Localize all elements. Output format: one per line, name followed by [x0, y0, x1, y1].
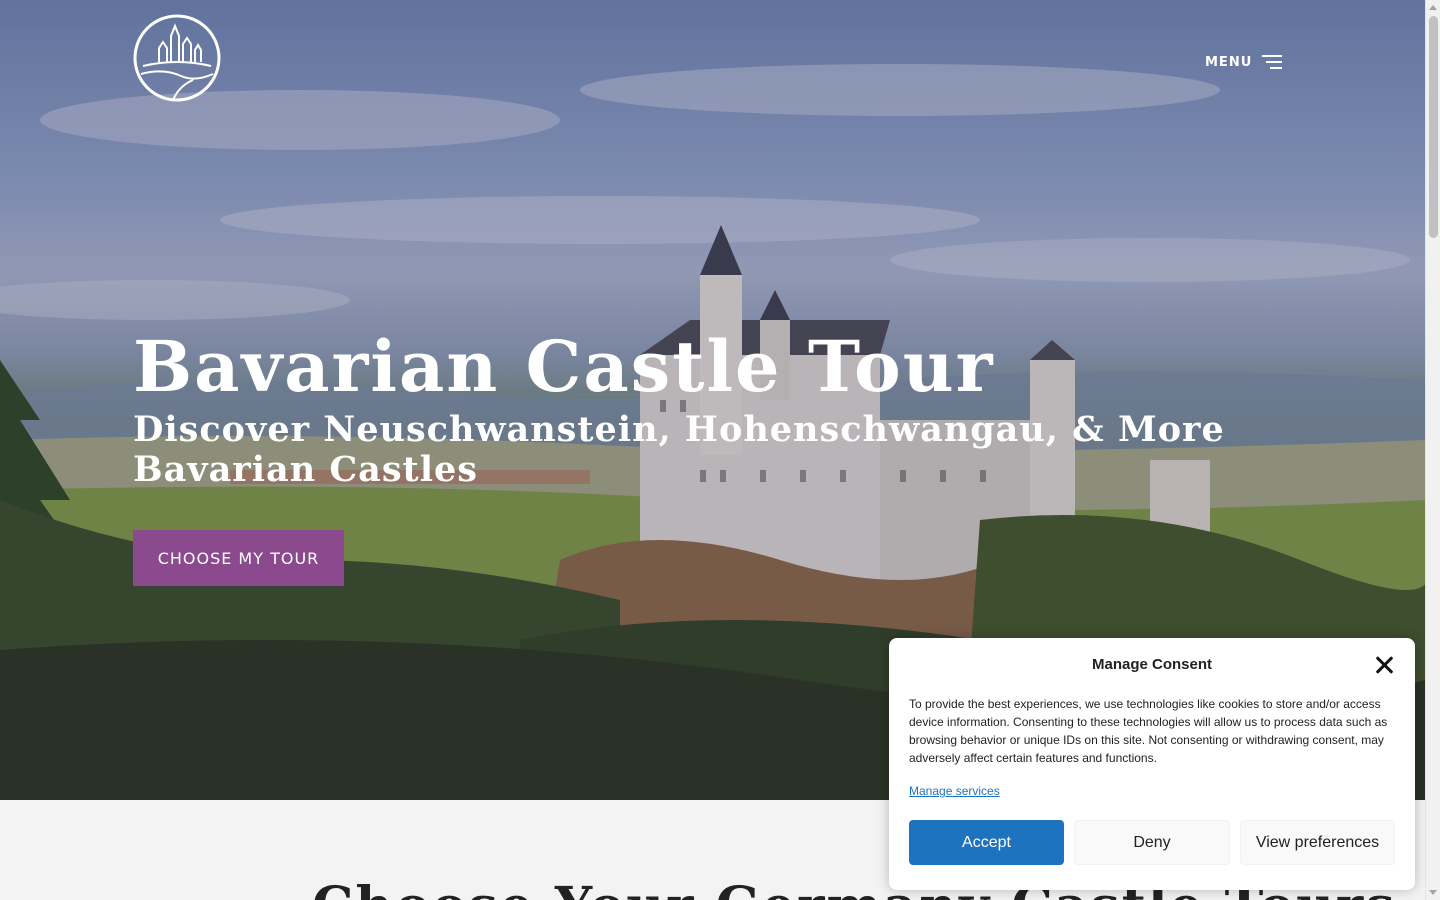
hamburger-icon: [1262, 54, 1283, 70]
scrollbar-thumb[interactable]: [1429, 16, 1438, 238]
consent-dialog: Manage Consent To provide the best exper…: [889, 638, 1415, 890]
choose-tour-button[interactable]: CHOOSE MY TOUR: [133, 530, 344, 586]
accept-button[interactable]: Accept: [909, 820, 1064, 865]
page-scrollbar[interactable]: [1425, 0, 1440, 900]
hero-title: Bavarian Castle Tour: [133, 325, 995, 408]
hero-subtitle: Discover Neuschwanstein, Hohenschwangau,…: [133, 409, 1225, 490]
menu-label: MENU: [1205, 54, 1253, 70]
scroll-up-arrow-icon[interactable]: [1429, 5, 1437, 10]
close-icon[interactable]: [1375, 655, 1395, 675]
consent-title: Manage Consent: [1091, 656, 1212, 673]
manage-services-link[interactable]: Manage services: [909, 784, 1000, 798]
deny-button[interactable]: Deny: [1074, 820, 1230, 865]
consent-text: To provide the best experiences, we use …: [909, 697, 1388, 765]
scroll-down-arrow-icon[interactable]: [1429, 890, 1437, 895]
castle-logo-icon[interactable]: [133, 14, 221, 102]
view-preferences-button[interactable]: View preferences: [1240, 820, 1395, 865]
menu-button[interactable]: MENU: [1205, 50, 1283, 74]
